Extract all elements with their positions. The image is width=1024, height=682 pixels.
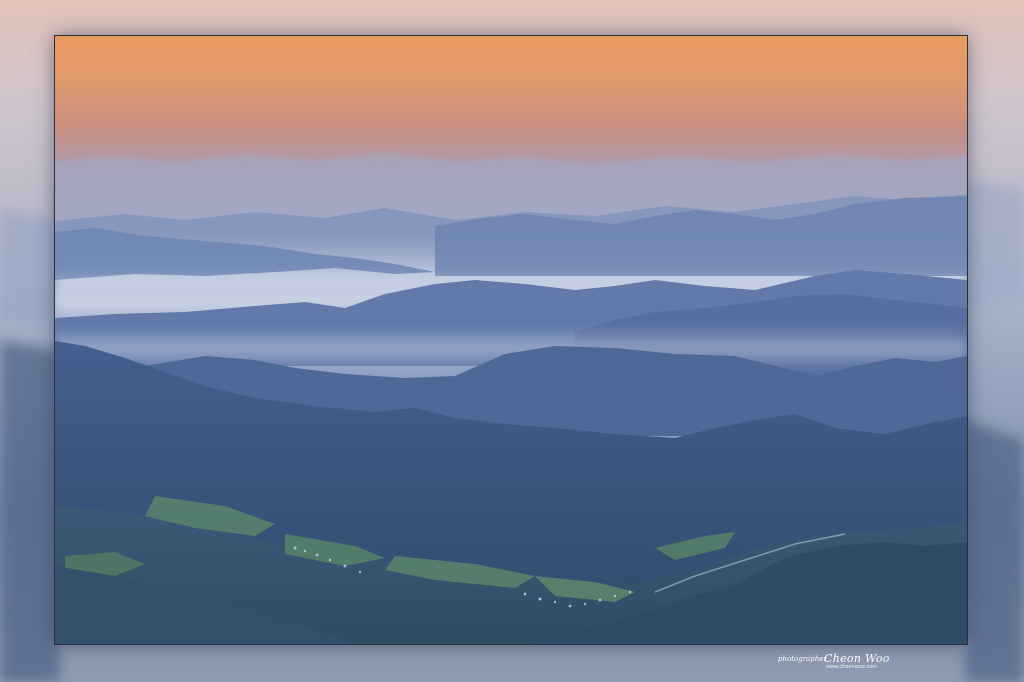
landscape-scene (55, 36, 967, 644)
signature-prefix: photographer (778, 655, 827, 663)
signature-website: www.cheonwoo.com (826, 664, 878, 670)
photographer-signature: photographer Cheon Woo www.cheonwoo.com (778, 652, 902, 672)
landscape-photo (54, 35, 968, 645)
